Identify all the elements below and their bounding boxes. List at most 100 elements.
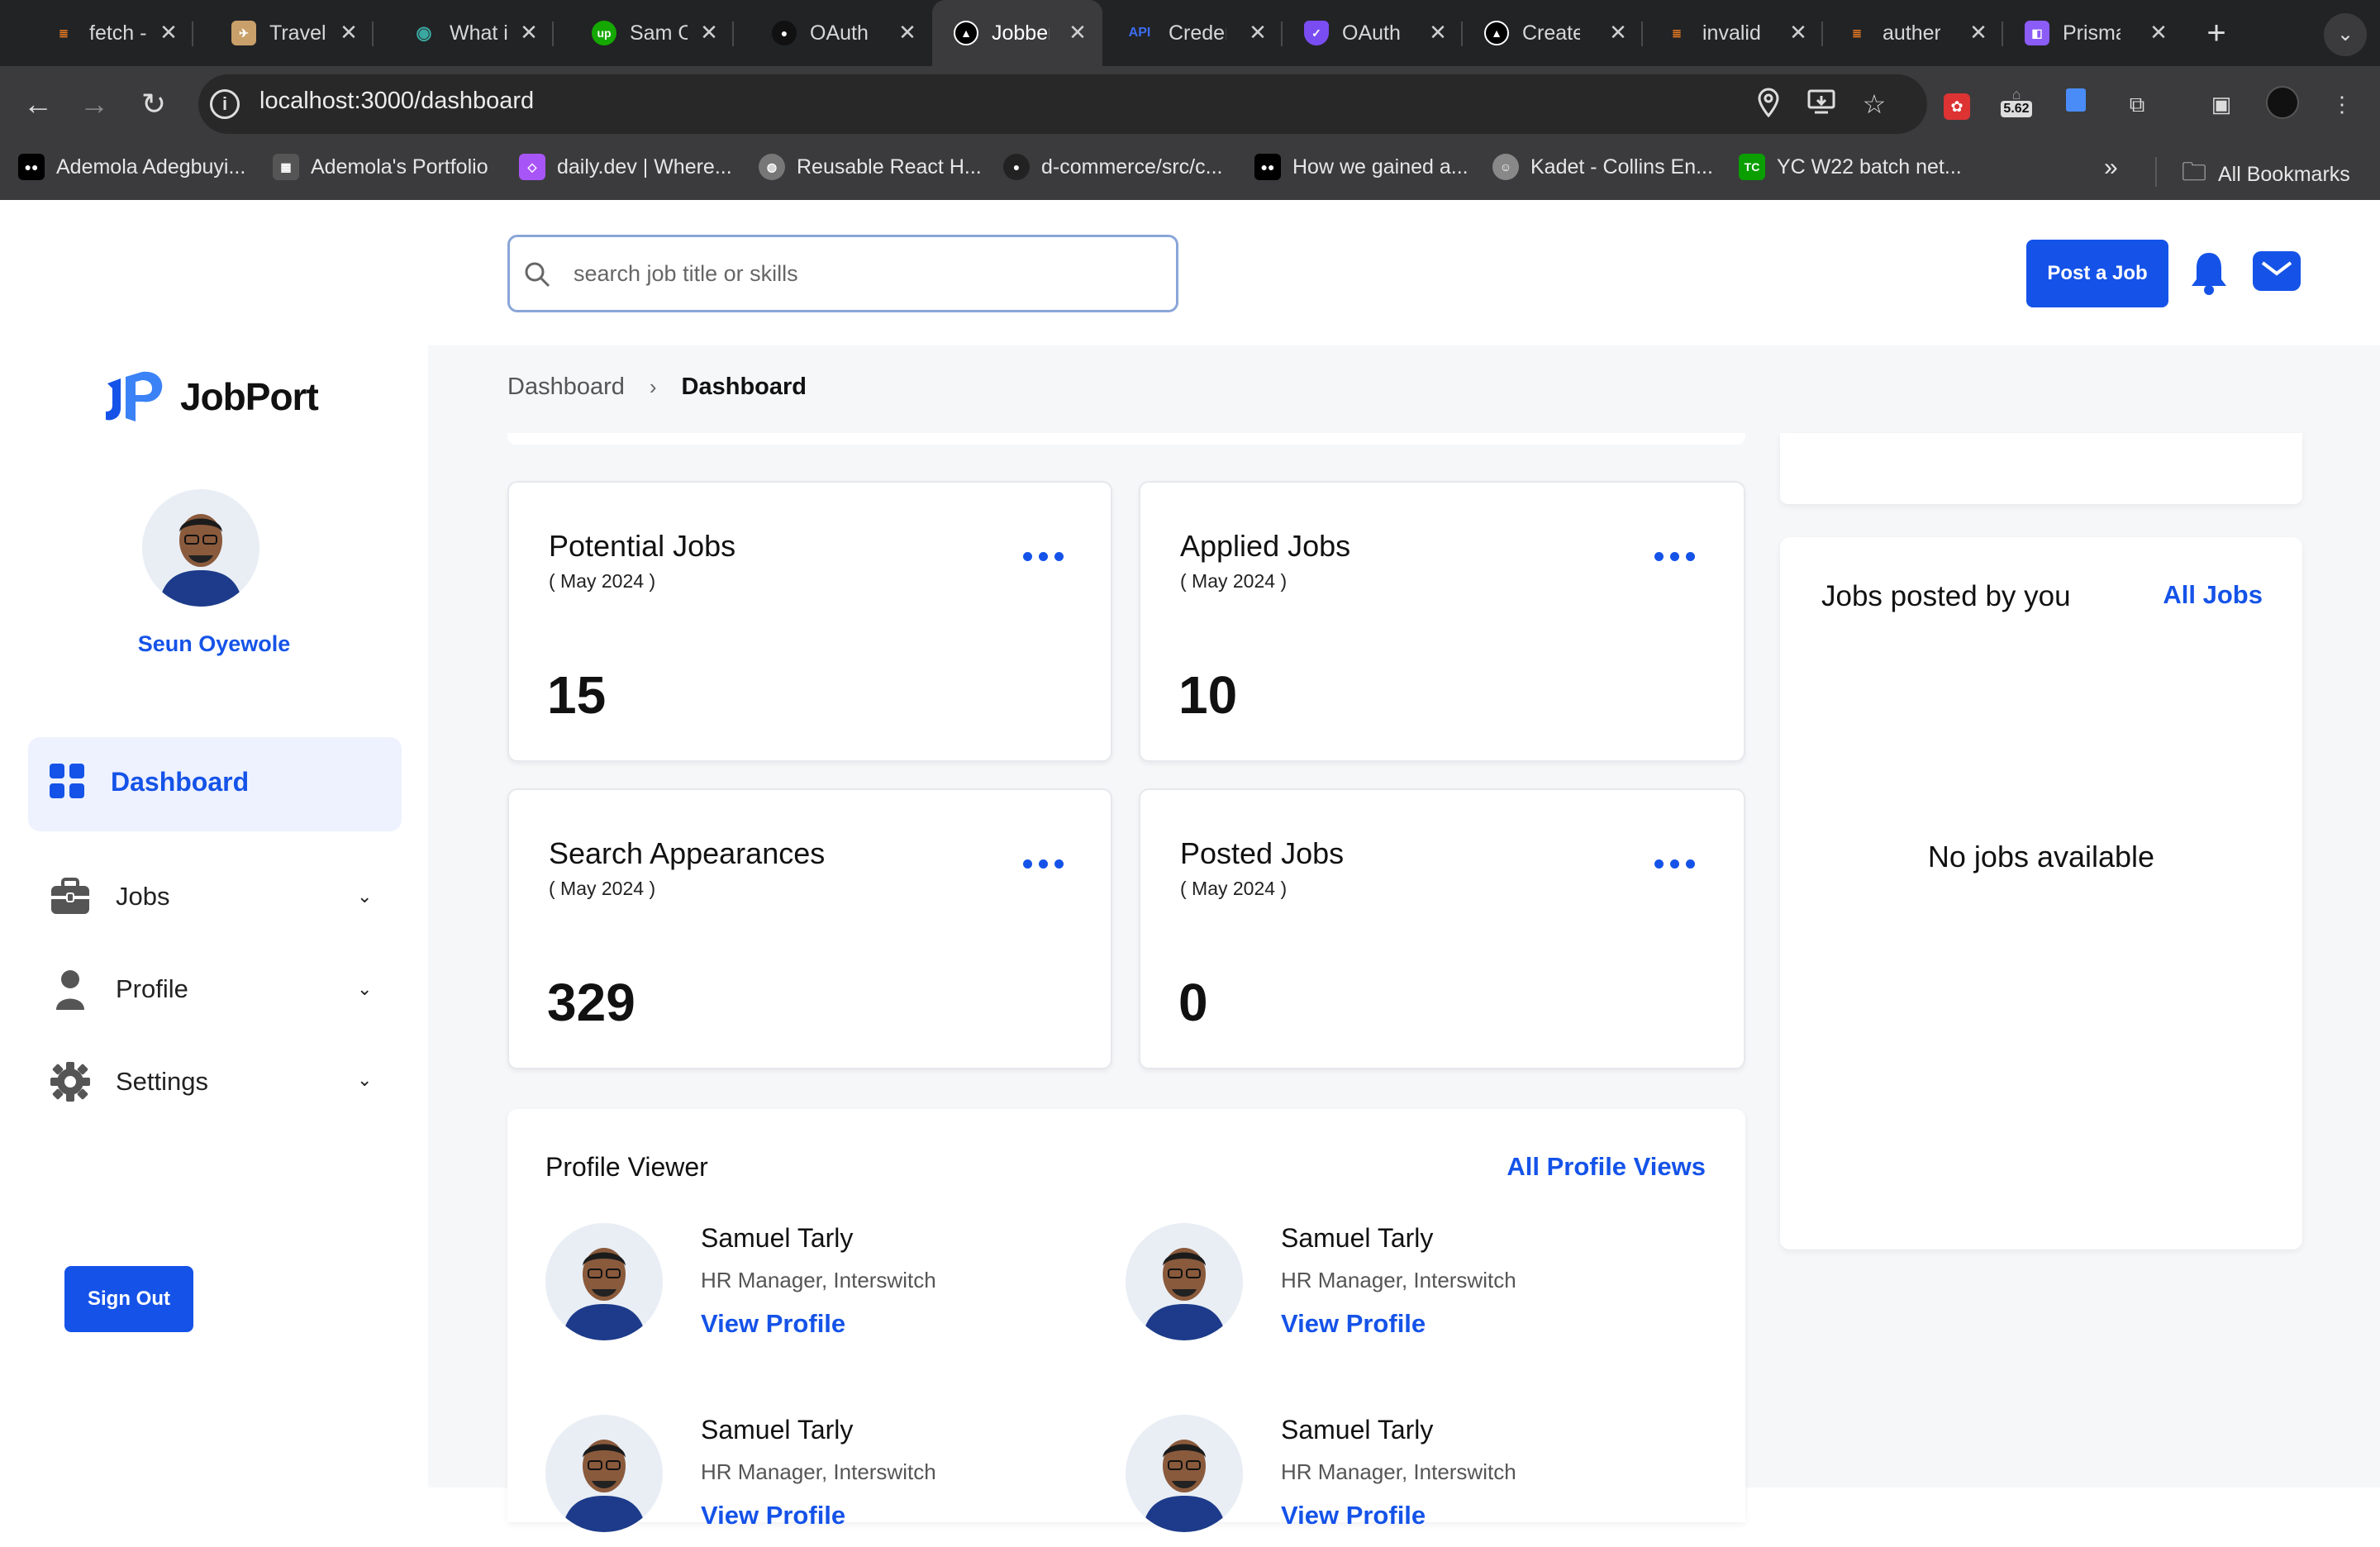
close-icon[interactable]: ✕ [2145,20,2172,45]
logo-text: JobPort [180,375,319,418]
user-name[interactable]: Seun Oyewole [0,631,428,657]
bookmark[interactable]: ◍ Reusable React H... [759,154,982,180]
close-icon[interactable]: ✕ [1064,20,1091,45]
all-profile-views-link[interactable]: All Profile Views [1507,1152,1706,1182]
close-icon[interactable]: ✕ [516,20,542,45]
nav-label: Jobs [116,882,170,911]
close-icon[interactable]: ✕ [1425,20,1451,45]
tab-active[interactable]: ▲ Jobber ✕ [932,0,1102,66]
tab[interactable]: ≣ invalid ✕ [1643,0,1823,66]
grid-icon [50,764,84,798]
more-icon[interactable] [1023,859,1064,869]
chevron-down-icon[interactable]: ⌄ [357,886,372,907]
scrolled-panel [507,433,1745,445]
close-icon[interactable]: ✕ [1245,20,1271,45]
bookmark[interactable]: ☺ Kadet - Collins En... [1492,154,1713,180]
close-icon[interactable]: ✕ [1965,20,1992,45]
menu-icon[interactable]: ⋮ [2324,86,2360,122]
nav-profile[interactable]: Profile [50,969,188,1010]
extension-icon[interactable] [2058,86,2094,122]
close-icon[interactable]: ✕ [336,20,362,45]
medium-icon: ●● [1254,154,1281,180]
stat-card: Posted Jobs ( May 2024 ) 0 [1139,788,1745,1069]
close-icon[interactable]: ✕ [1785,20,1811,45]
bookmark[interactable]: ●● Ademola Adegbuyi... [18,154,245,180]
stackoverflow-icon: ≣ [1852,26,1862,40]
new-tab-button[interactable]: + [2197,13,2236,53]
stat-value: 0 [1178,973,1208,1032]
dailydev-icon: ◇ [519,154,545,180]
more-icon[interactable] [1023,552,1064,561]
tab[interactable]: API Creder ✕ [1102,0,1283,66]
travel-icon: ✈ [231,21,256,45]
tab[interactable]: up Sam O ✕ [570,0,734,66]
breadcrumb: Dashboard › Dashboard [507,374,807,401]
bookmark[interactable]: ●● How we gained a... [1254,154,1468,180]
bookmark[interactable]: TC YC W22 batch net... [1739,154,1962,180]
api-icon: API [1128,26,1151,40]
tab[interactable]: ▲ Create ✕ [1463,0,1643,66]
nav-settings[interactable]: Settings [50,1061,208,1102]
tab[interactable]: ✓ OAuth ✕ [1283,0,1463,66]
bookmark[interactable]: ▦ Ademola's Portfolio [273,154,488,180]
all-jobs-link[interactable]: All Jobs [2163,580,2263,610]
tab[interactable]: ✈ Travel ✕ [210,0,374,66]
stat-value: 10 [1178,665,1238,725]
bookmark[interactable]: ◇ daily.dev | Where... [519,154,732,180]
view-profile-link[interactable]: View Profile [1281,1309,1426,1339]
view-profile-link[interactable]: View Profile [701,1501,845,1530]
close-icon[interactable]: ✕ [894,20,921,45]
extension-badge[interactable]: ⌂ 5.62 [1998,86,2035,122]
mail-icon[interactable] [2253,251,2301,291]
url-text[interactable]: localhost:3000/dashboard [259,88,534,115]
sign-out-button[interactable]: Sign Out [64,1266,193,1332]
profile-viewer-panel: Profile Viewer All Profile Views Samuel … [507,1109,1745,1532]
side-panel-icon[interactable]: ▣ [2203,86,2240,122]
reload-icon[interactable]: ↻ [136,86,172,122]
location-icon[interactable] [1752,88,1785,121]
bell-icon[interactable] [2190,250,2228,296]
profile-avatar-icon[interactable] [2264,86,2301,122]
viewer-photo [1126,1223,1243,1340]
view-profile-link[interactable]: View Profile [701,1309,845,1339]
nav-dashboard-item[interactable]: Dashboard [50,764,249,800]
person-icon [56,970,84,1010]
shield-icon: ✓ [1304,21,1329,45]
tab[interactable]: ◧ Prisma ✕ [2003,0,2183,66]
logo[interactable]: JobPort [104,370,319,423]
extension-icon[interactable]: ✿ [1939,86,1975,122]
stat-date: ( May 2024 ) [1180,878,1288,899]
back-icon[interactable]: ← [20,86,56,122]
avatar[interactable] [142,489,259,607]
tab[interactable]: ◉ What i ✕ [390,0,554,66]
tab[interactable]: ● OAuth ✕ [750,0,932,66]
view-profile-link[interactable]: View Profile [1281,1501,1426,1530]
breadcrumb-item[interactable]: Dashboard [507,374,625,401]
more-icon[interactable] [1654,552,1695,561]
panel-title: Profile Viewer [545,1152,708,1182]
more-icon[interactable] [1654,859,1695,869]
bookmark-star-icon[interactable]: ☆ [1858,88,1891,121]
chevron-down-icon[interactable]: ⌄ [357,1069,372,1091]
stat-card: Applied Jobs ( May 2024 ) 10 [1139,481,1745,762]
chevron-down-icon[interactable]: ⌄ [357,978,372,1000]
post-job-button[interactable]: Post a Job [2026,240,2168,307]
search-placeholder[interactable]: search job title or skills [574,261,798,287]
viewer-role: HR Manager, Interswitch [701,1268,936,1292]
tab[interactable]: ≣ fetch - ✕ [30,0,193,66]
all-bookmarks[interactable]: 🗀 All Bookmarks [2182,154,2350,196]
close-icon[interactable]: ✕ [696,20,722,45]
close-icon[interactable]: ✕ [1605,20,1631,45]
tab[interactable]: ≣ auther ✕ [1823,0,2003,66]
close-icon[interactable]: ✕ [155,20,182,45]
viewer-photo [545,1223,663,1340]
bookmark[interactable]: ● d-commerce/src/c... [1003,154,1222,180]
more-bookmarks-icon[interactable]: » [2104,154,2118,182]
tab-search-button[interactable]: ⌄ [2324,13,2367,56]
puzzle-icon[interactable]: ⧉ [2119,86,2155,122]
nav-jobs[interactable]: Jobs [50,878,169,916]
site-info-icon[interactable]: i [210,89,240,119]
forward-icon[interactable]: → [76,86,112,122]
install-app-icon[interactable] [1805,88,1838,121]
stat-date: ( May 2024 ) [549,878,656,899]
